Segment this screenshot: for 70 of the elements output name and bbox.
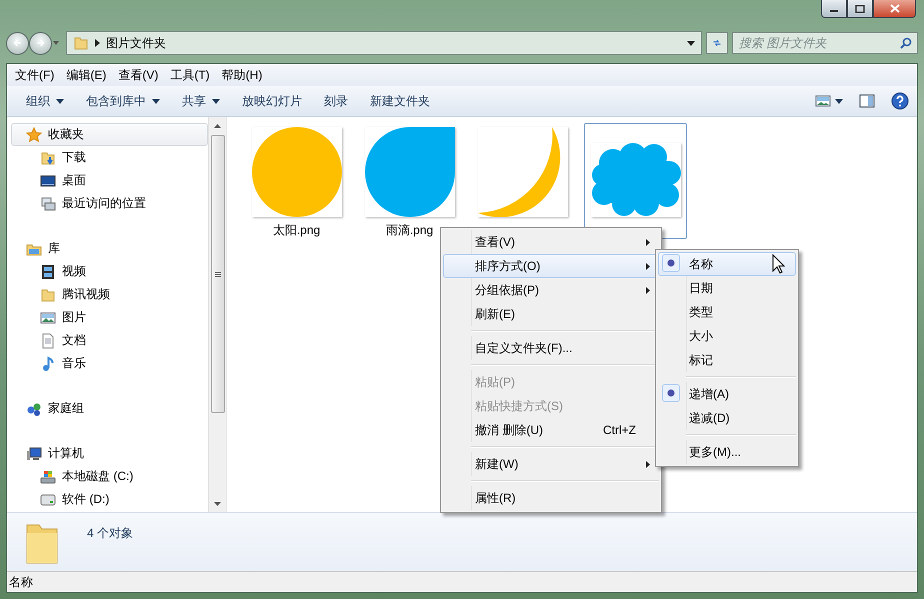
music-note-icon [40,356,56,372]
sidebar-item[interactable]: 本地磁盘 (C:) [11,465,208,488]
item-count: 4 个对象 [87,525,134,542]
sidebar-item[interactable]: 音乐 [11,352,208,375]
maximize-icon [855,4,865,12]
menu-item[interactable]: 文件(F) [9,66,60,84]
scroll-down-icon[interactable] [214,502,221,506]
chevron-icon [95,39,100,47]
file-name: 太阳.png [272,222,320,239]
sidebar-item[interactable]: 软件 (D:) [11,488,208,511]
forward-button[interactable] [29,32,52,54]
desktop-icon [40,172,56,188]
sidebar-item[interactable]: 视频 [11,260,208,283]
question-mark-icon [891,92,909,110]
address-bar[interactable]: 图片文件夹 [66,31,702,55]
minimize-button[interactable] [821,0,847,18]
toolbar-button[interactable]: 新建文件夹 [359,89,441,113]
toolbar-button[interactable]: 包含到库中 [75,89,171,113]
status-text: 名称 [9,574,33,590]
recent-places-icon [40,196,56,212]
sidebar-item[interactable]: 库 [11,237,208,260]
film-icon [40,264,56,280]
refresh-button[interactable] [706,32,728,54]
sidebar-item[interactable]: 最近访问的位置 [11,192,208,215]
file-name: 雨滴.png [386,222,434,239]
dropdown-arrow-icon [835,98,843,104]
menu-item[interactable]: 名称 [658,252,796,276]
toolbar-button[interactable]: 刻录 [313,89,359,113]
homegroup-icon [26,400,42,416]
sidebar-item[interactable]: 腾讯视频 [11,283,208,306]
back-button[interactable] [6,32,29,54]
menu-item[interactable]: 编辑(E) [60,66,112,84]
right-arrow-icon [36,37,45,49]
menu-item[interactable]: 帮助(H) [216,66,268,84]
sidebar-item[interactable]: 收藏夹 [11,123,208,146]
folder-icon [73,35,89,51]
menu-item[interactable]: 工具(T) [164,66,216,84]
sidebar-item[interactable]: 桌面 [11,169,208,192]
refresh-arrows-icon [713,37,721,49]
document-icon [40,332,56,348]
toolbar-button[interactable]: 组织 [15,89,75,113]
close-button[interactable] [873,0,916,18]
toolbar-button[interactable]: 共享 [171,89,231,113]
folder-icon [40,150,56,166]
close-icon [890,4,900,13]
pane-icon [859,94,875,108]
grip-icon [214,272,220,276]
scroll-up-icon[interactable] [214,124,221,128]
sidebar-item[interactable]: 计算机 [11,442,208,465]
address-path: 图片文件夹 [106,34,167,52]
dropdown-arrow-icon[interactable] [687,40,695,46]
sidebar-item[interactable]: 文档 [11,329,208,352]
sidebar-item[interactable]: 下载 [11,146,208,169]
picture-icon [815,95,831,107]
maximize-button[interactable] [847,0,873,18]
search-icon [900,37,912,49]
drive-icon [40,492,56,508]
picture-icon [40,310,56,326]
menu-item[interactable]: 查看(V) [112,66,164,84]
computer-icon [26,446,42,462]
mouse-pointer-icon [772,254,785,274]
folder-icon [40,286,56,302]
toolbar-button[interactable]: 放映幻灯片 [231,89,313,113]
star-icon [26,126,42,142]
search-field[interactable]: 搜索 图片文件夹 [732,32,918,54]
sidebar-item[interactable]: 家庭组 [11,397,208,420]
drive-icon [40,468,56,484]
sidebar-item[interactable]: 图片 [11,306,208,329]
left-arrow-icon [13,37,22,49]
scrollbar-thumb[interactable] [210,135,224,413]
